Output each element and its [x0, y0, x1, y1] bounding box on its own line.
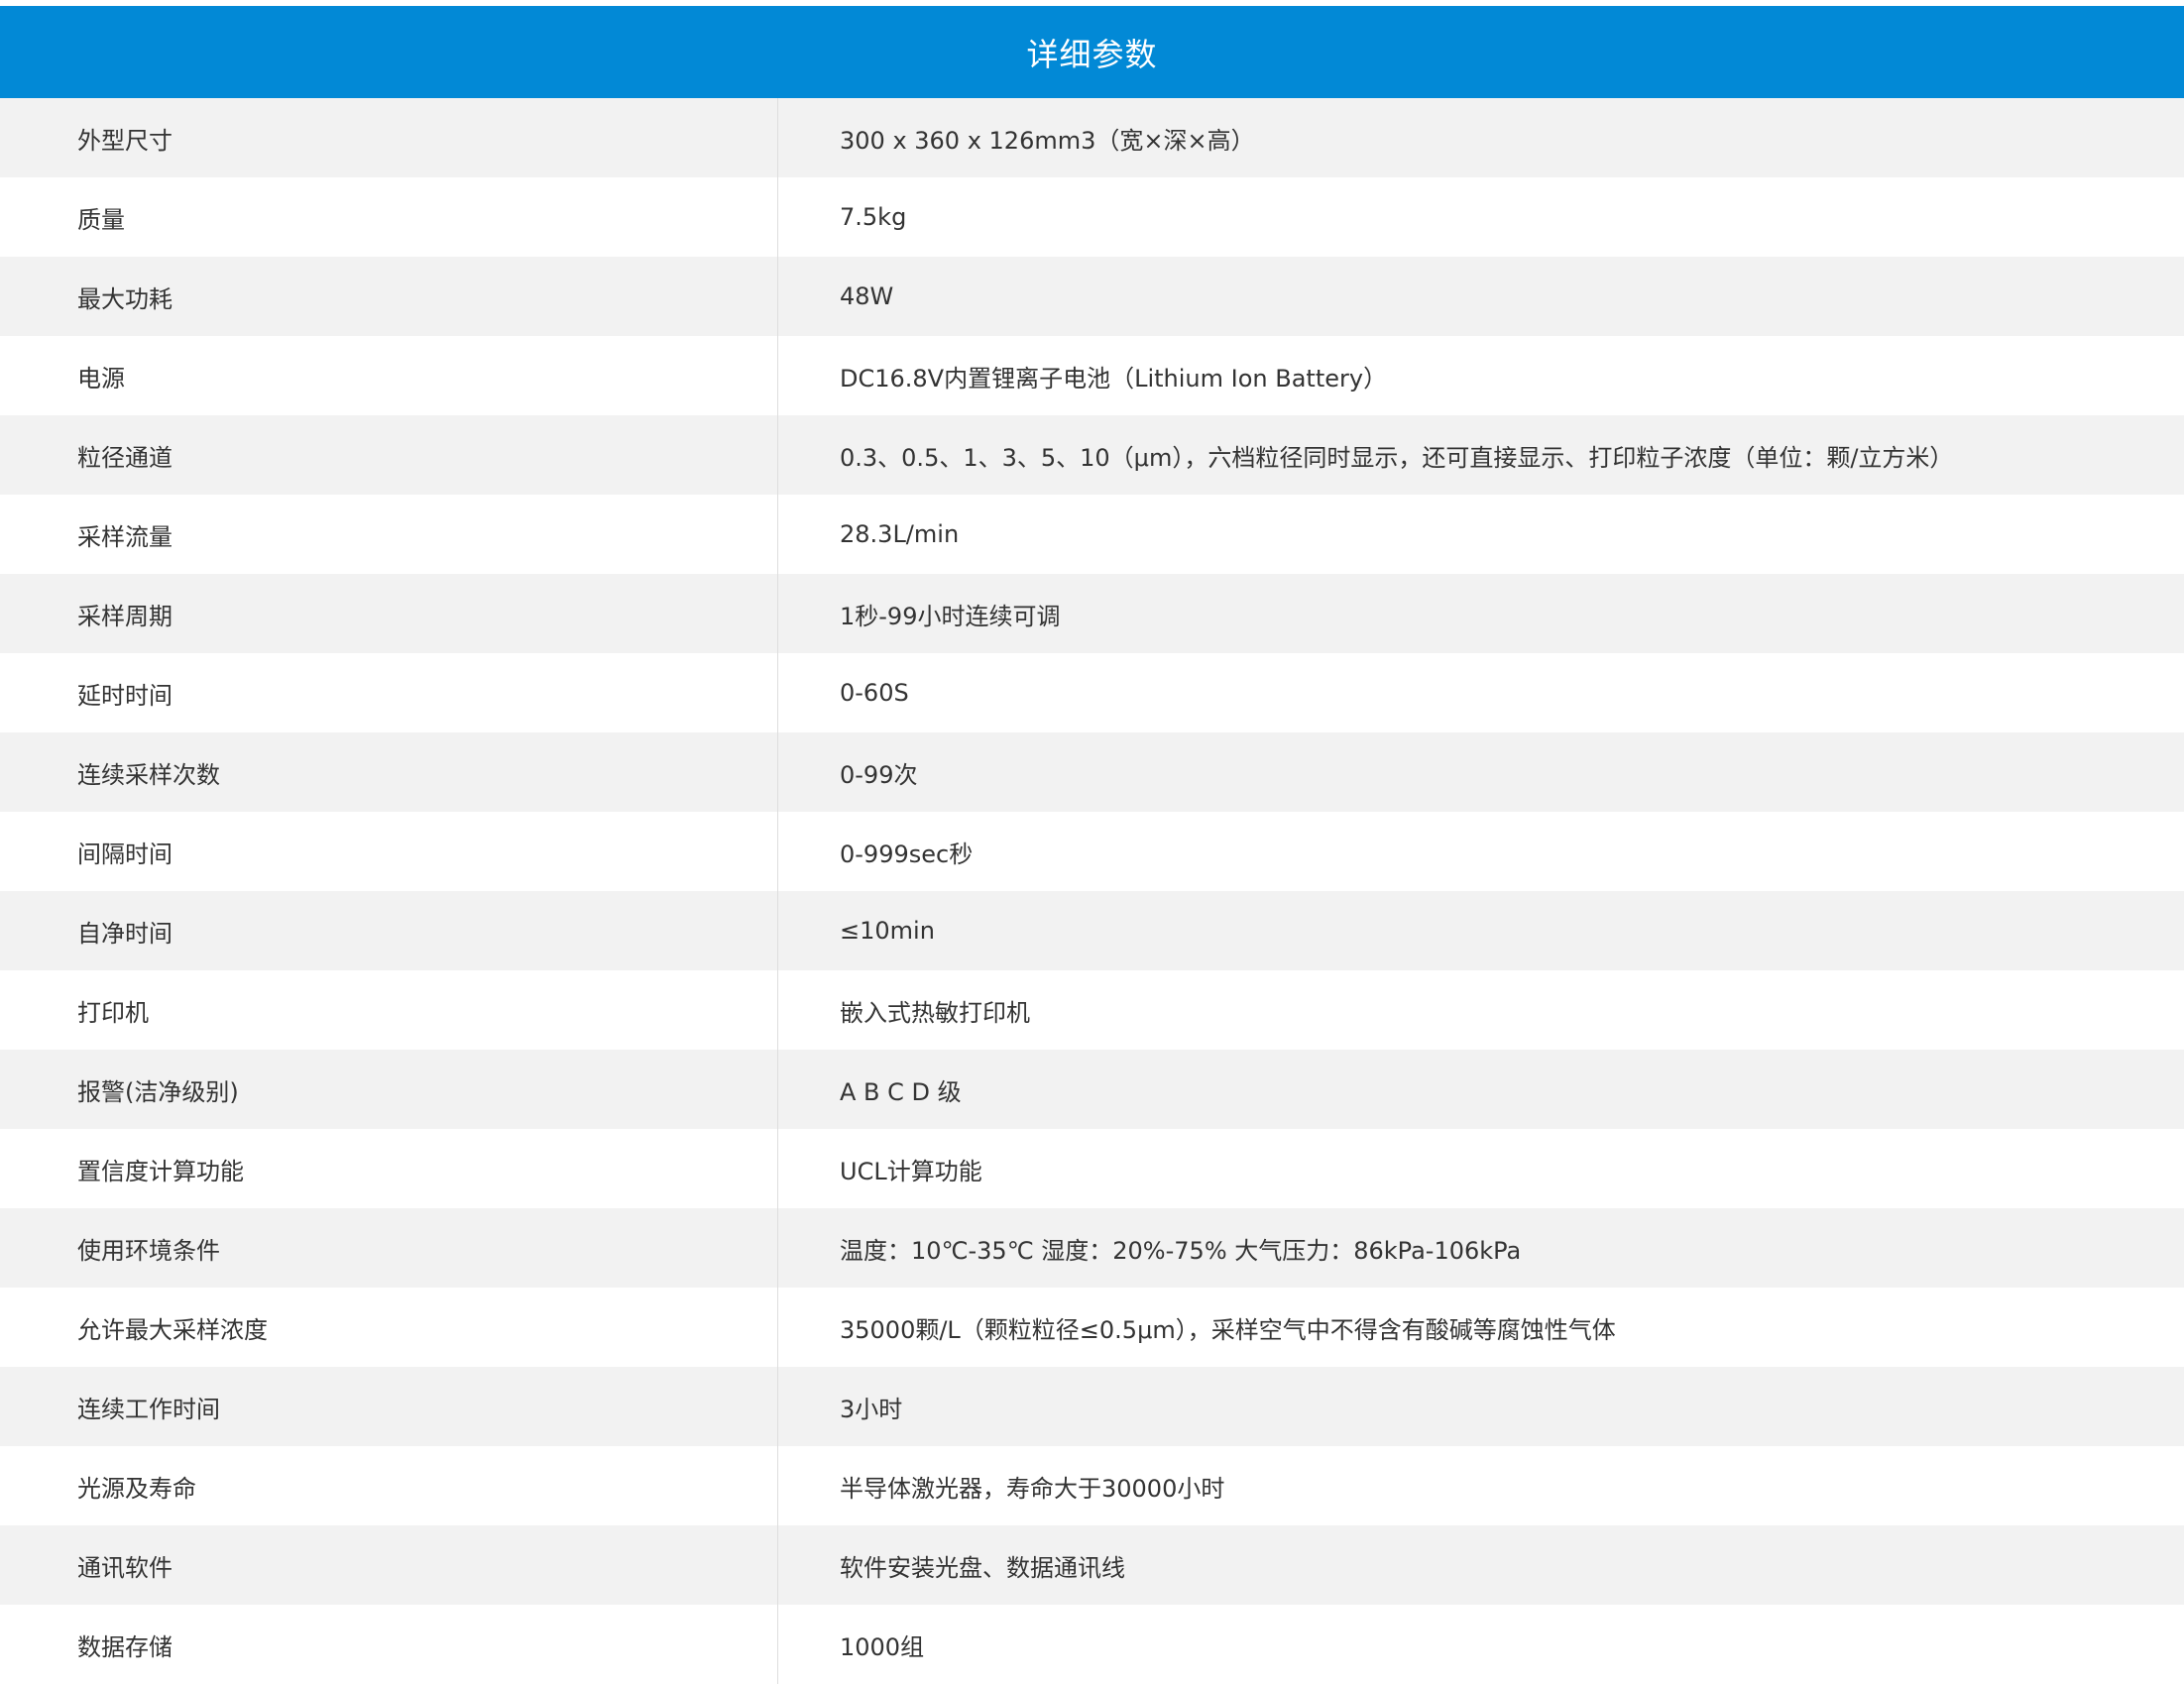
spec-row: 使用环境条件 温度：10℃-35℃ 湿度：20%-75% 大气压力：86kPa-1… [0, 1208, 2184, 1288]
spec-label: 打印机 [0, 970, 778, 1050]
spec-value: 0-99次 [840, 760, 918, 789]
spec-row: 电源 DC16.8V内置锂离子电池（Lithium Ion Battery） [0, 336, 2184, 415]
spec-row: 允许最大采样浓度 35000颗/L（颗粒粒径≤0.5μm），采样空气中不得含有酸碱… [0, 1288, 2184, 1367]
spec-header: 详细参数 [0, 6, 2184, 98]
spec-value: A B C D 级 [840, 1077, 962, 1106]
spec-value: 嵌入式热敏打印机 [840, 998, 1030, 1027]
spec-row: 连续工作时间 3小时 [0, 1367, 2184, 1446]
spec-row: 通讯软件 软件安装光盘、数据通讯线 [0, 1525, 2184, 1605]
spec-label: 采样周期 [0, 574, 778, 653]
spec-label: 间隔时间 [0, 812, 778, 891]
spec-row: 外型尺寸 300 x 360 x 126mm3（宽×深×高） [0, 98, 2184, 177]
spec-value: 0.3、0.5、1、3、5、10（μm），六档粒径同时显示，还可直接显示、打印粒… [840, 443, 1954, 472]
spec-value: 1000组 [840, 1632, 925, 1661]
spec-row: 延时时间 0-60S [0, 653, 2184, 732]
spec-label: 粒径通道 [0, 415, 778, 495]
spec-row: 最大功耗 48W [0, 257, 2184, 336]
spec-page: 详细参数 外型尺寸 300 x 360 x 126mm3（宽×深×高） 质量 7.5k… [0, 0, 2184, 1684]
spec-row: 采样周期 1秒-99小时连续可调 [0, 574, 2184, 653]
spec-value: 300 x 360 x 126mm3（宽×深×高） [840, 126, 1255, 155]
spec-value: UCL计算功能 [840, 1157, 982, 1185]
spec-row: 间隔时间 0-999sec秒 [0, 812, 2184, 891]
spec-value: 温度：10℃-35℃ 湿度：20%-75% 大气压力：86kPa-106kPa [840, 1236, 1522, 1265]
spec-row: 质量 7.5kg [0, 177, 2184, 257]
spec-label: 延时时间 [0, 653, 778, 732]
spec-value: 28.3L/min [840, 520, 960, 548]
spec-label: 数据存储 [0, 1605, 778, 1684]
spec-label: 质量 [0, 177, 778, 257]
spec-value: ≤10min [840, 917, 935, 945]
spec-row: 置信度计算功能 UCL计算功能 [0, 1129, 2184, 1208]
spec-label: 连续采样次数 [0, 732, 778, 812]
spec-row: 采样流量 28.3L/min [0, 495, 2184, 574]
spec-value: 1秒-99小时连续可调 [840, 602, 1061, 630]
spec-label: 外型尺寸 [0, 98, 778, 177]
spec-row: 数据存储 1000组 [0, 1605, 2184, 1684]
spec-label: 使用环境条件 [0, 1208, 778, 1288]
spec-row: 自净时间 ≤10min [0, 891, 2184, 970]
spec-row: 粒径通道 0.3、0.5、1、3、5、10（μm），六档粒径同时显示，还可直接显示… [0, 415, 2184, 495]
spec-label: 最大功耗 [0, 257, 778, 336]
spec-header-title: 详细参数 [1026, 35, 1158, 73]
spec-label: 光源及寿命 [0, 1446, 778, 1525]
spec-value: 3小时 [840, 1395, 903, 1423]
spec-value: 软件安装光盘、数据通讯线 [840, 1553, 1125, 1582]
spec-label: 连续工作时间 [0, 1367, 778, 1446]
spec-value: 7.5kg [840, 203, 907, 231]
spec-value: 0-60S [840, 679, 909, 707]
spec-label: 置信度计算功能 [0, 1129, 778, 1208]
spec-value: 半导体激光器，寿命大于30000小时 [840, 1474, 1225, 1503]
spec-label: 通讯软件 [0, 1525, 778, 1605]
spec-table: 外型尺寸 300 x 360 x 126mm3（宽×深×高） 质量 7.5kg 最大功耗… [0, 98, 2184, 1684]
spec-row: 报警(洁净级别) A B C D 级 [0, 1050, 2184, 1129]
spec-label: 自净时间 [0, 891, 778, 970]
spec-row: 光源及寿命 半导体激光器，寿命大于30000小时 [0, 1446, 2184, 1525]
spec-value: 48W [840, 282, 894, 310]
spec-value: DC16.8V内置锂离子电池（Lithium Ion Battery） [840, 364, 1388, 393]
spec-row: 连续采样次数 0-99次 [0, 732, 2184, 812]
spec-row: 打印机 嵌入式热敏打印机 [0, 970, 2184, 1050]
spec-label: 报警(洁净级别) [0, 1050, 778, 1129]
spec-value: 0-999sec秒 [840, 840, 974, 868]
spec-label: 采样流量 [0, 495, 778, 574]
spec-label: 允许最大采样浓度 [0, 1288, 778, 1367]
spec-value: 35000颗/L（颗粒粒径≤0.5μm），采样空气中不得含有酸碱等腐蚀性气体 [840, 1315, 1616, 1344]
spec-label: 电源 [0, 336, 778, 415]
